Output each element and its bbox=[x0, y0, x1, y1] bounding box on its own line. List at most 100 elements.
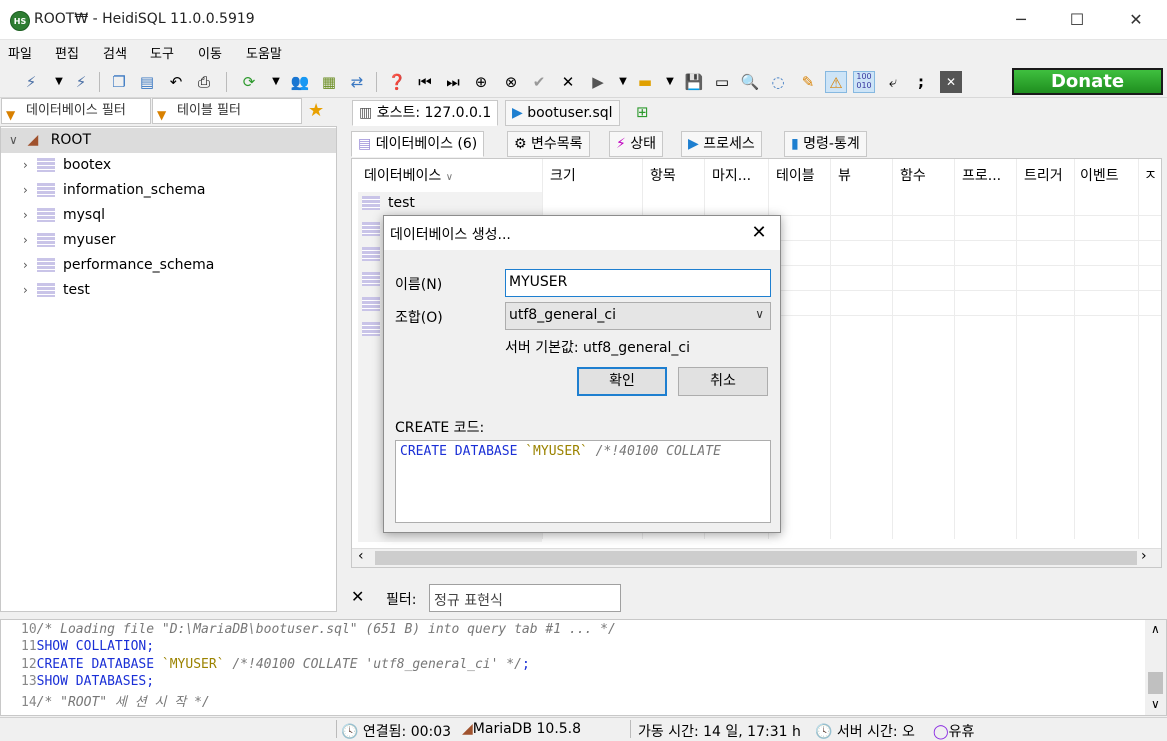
tree-item-information-schema[interactable]: › information_schema bbox=[1, 178, 336, 203]
save-icon[interactable]: 💾 bbox=[683, 71, 705, 93]
chevron-right-icon[interactable]: › bbox=[23, 203, 37, 228]
tab-databases[interactable]: ▤ 데이터베이스 (6) bbox=[351, 131, 485, 157]
menu-tools[interactable]: 도구 bbox=[150, 43, 174, 62]
new-tab-icon[interactable]: ⊞ bbox=[636, 103, 649, 121]
add-icon[interactable]: ⊕ bbox=[470, 71, 492, 93]
donate-button[interactable]: Donate bbox=[1012, 68, 1163, 95]
cancel-button[interactable]: 취소 bbox=[678, 367, 768, 396]
warning-icon[interactable]: ⚠ bbox=[825, 71, 847, 93]
column-header-procedures[interactable]: 프로... bbox=[962, 165, 1001, 185]
title-bar: HS ROOT₩ - HeidiSQL 11.0.0.5919 ─ ☐ ✕ bbox=[0, 0, 1167, 40]
find-icon[interactable]: 🔍 bbox=[739, 71, 761, 93]
replace-icon[interactable]: ◌ bbox=[767, 71, 789, 93]
menu-help[interactable]: 도움말 bbox=[246, 43, 282, 62]
last-icon[interactable]: ⏭ bbox=[442, 71, 464, 93]
table-row[interactable]: test bbox=[362, 193, 415, 213]
column-header-last[interactable]: 마지... bbox=[712, 165, 751, 185]
scrollbar-thumb[interactable] bbox=[375, 551, 1137, 565]
paste-icon[interactable]: ▤ bbox=[136, 71, 158, 93]
chevron-right-icon[interactable]: › bbox=[23, 278, 37, 303]
export-icon[interactable]: ▦ bbox=[318, 71, 340, 93]
chevron-right-icon[interactable]: › bbox=[23, 228, 37, 253]
maximize-button[interactable]: ☐ bbox=[1049, 0, 1105, 40]
cancel-icon[interactable]: ✕ bbox=[557, 71, 579, 93]
chevron-right-icon[interactable]: › bbox=[23, 178, 37, 203]
refresh-icon[interactable]: ⟳ bbox=[238, 71, 260, 93]
database-filter-input[interactable]: ▼ 데이터베이스 필터 bbox=[1, 98, 151, 124]
table-filter-input[interactable]: ▼ 테이블 필터 bbox=[152, 98, 302, 124]
copy-icon[interactable]: ❐ bbox=[108, 71, 130, 93]
database-icon bbox=[37, 158, 55, 172]
scroll-down-icon[interactable]: ∨ bbox=[1151, 697, 1160, 711]
user-manager-icon[interactable]: 👥 bbox=[289, 71, 311, 93]
collation-select[interactable]: utf8_general_ci ∨ bbox=[505, 302, 771, 330]
disconnect-icon[interactable]: ⚡ bbox=[70, 71, 92, 93]
tree-item-myuser[interactable]: › myuser bbox=[1, 228, 336, 253]
dropdown-icon[interactable]: ▼ bbox=[48, 71, 70, 93]
tree-item-performance-schema[interactable]: › performance_schema bbox=[1, 253, 336, 278]
save-as-icon[interactable]: ▭ bbox=[711, 71, 733, 93]
minimize-button[interactable]: ─ bbox=[993, 0, 1049, 40]
column-header-views[interactable]: 뷰 bbox=[838, 165, 851, 185]
column-header-more[interactable]: ㅈ bbox=[1144, 165, 1157, 185]
dropdown-icon[interactable]: ▼ bbox=[659, 71, 681, 93]
filter-icon: ▼ bbox=[6, 108, 16, 122]
column-header-tables[interactable]: 테이블 bbox=[776, 165, 815, 185]
scrollbar-thumb[interactable] bbox=[1148, 672, 1163, 694]
tab-command-stats[interactable]: ▮ 명령-통계 bbox=[784, 131, 867, 157]
column-header-items[interactable]: 항목 bbox=[650, 165, 676, 185]
sql-log[interactable]: 10/* Loading file "D:\MariaDB\bootuser.s… bbox=[0, 619, 1167, 716]
dropdown-icon[interactable]: ▼ bbox=[612, 71, 634, 93]
wrap-icon[interactable]: ⤶ bbox=[882, 71, 904, 93]
menu-go[interactable]: 이동 bbox=[198, 43, 222, 62]
column-header-functions[interactable]: 함수 bbox=[900, 165, 926, 185]
column-header-events[interactable]: 이벤트 bbox=[1080, 165, 1119, 185]
tree-item-test[interactable]: › test bbox=[1, 278, 336, 303]
tab-variables[interactable]: ⚙ 변수목록 bbox=[507, 131, 590, 157]
folder-icon[interactable]: ▬ bbox=[634, 71, 656, 93]
tree-item-mysql[interactable]: › mysql bbox=[1, 203, 336, 228]
tab-status[interactable]: ⚡ 상태 bbox=[609, 131, 664, 157]
help-icon[interactable]: ❓ bbox=[386, 71, 408, 93]
chevron-right-icon[interactable]: › bbox=[23, 153, 37, 178]
undo-icon[interactable]: ↶ bbox=[165, 71, 187, 93]
tree-root[interactable]: ∨ ◢ ROOT bbox=[1, 128, 336, 153]
dialog-close-button[interactable]: ✕ bbox=[744, 220, 774, 246]
chevron-down-icon[interactable]: ∨ bbox=[9, 128, 23, 153]
scroll-right-icon[interactable]: › bbox=[1141, 548, 1147, 564]
semicolon-icon[interactable]: ; bbox=[910, 71, 932, 93]
chevron-right-icon[interactable]: › bbox=[23, 253, 37, 278]
tab-bootuser-sql[interactable]: ▶ bootuser.sql bbox=[505, 100, 620, 126]
create-code-editor[interactable]: CREATE DATABASE `MYUSER` /*!40100 COLLAT… bbox=[395, 440, 771, 523]
name-input[interactable]: MYUSER bbox=[505, 269, 771, 297]
close-button[interactable]: ✕ bbox=[1108, 0, 1164, 40]
vertical-scrollbar[interactable]: ∧ ∨ bbox=[1145, 620, 1166, 715]
remove-icon[interactable]: ⊗ bbox=[500, 71, 522, 93]
tree-item-bootex[interactable]: › bootex bbox=[1, 153, 336, 178]
close-tab-icon[interactable]: ✕ bbox=[940, 71, 962, 93]
menu-file[interactable]: 파일 bbox=[8, 43, 32, 62]
connect-icon[interactable]: ⚡ bbox=[20, 71, 42, 93]
regex-filter-input[interactable]: 정규 표현식 bbox=[429, 584, 621, 612]
scroll-up-icon[interactable]: ∧ bbox=[1151, 622, 1160, 636]
first-icon[interactable]: ⏮ bbox=[414, 71, 436, 93]
apply-icon[interactable]: ✔ bbox=[528, 71, 550, 93]
sync-icon[interactable]: ⇄ bbox=[346, 71, 368, 93]
column-header-triggers[interactable]: 트리거 bbox=[1024, 165, 1063, 185]
clean-icon[interactable]: ✎ bbox=[797, 71, 819, 93]
tab-processes[interactable]: ▶ 프로세스 bbox=[681, 131, 762, 157]
tab-host[interactable]: ▥ 호스트: 127.0.0.1 bbox=[352, 100, 499, 126]
menu-edit[interactable]: 편집 bbox=[55, 43, 79, 62]
menu-search[interactable]: 검색 bbox=[103, 43, 127, 62]
column-header-size[interactable]: 크기 bbox=[550, 165, 576, 185]
binary-icon[interactable]: 100 010 bbox=[853, 71, 875, 93]
log-text: /* "ROOT" 세 션 시 작 */ bbox=[36, 695, 210, 711]
star-icon[interactable]: ★ bbox=[308, 100, 324, 121]
close-filter-icon[interactable]: ✕ bbox=[351, 587, 364, 606]
scroll-left-icon[interactable]: ‹ bbox=[358, 548, 364, 564]
column-header-database[interactable]: 데이터베이스 ∨ bbox=[364, 165, 453, 185]
print-icon[interactable]: ⎙ bbox=[193, 71, 215, 93]
ok-button[interactable]: 확인 bbox=[577, 367, 667, 396]
dropdown-icon[interactable]: ▼ bbox=[265, 71, 287, 93]
run-icon[interactable]: ▶ bbox=[587, 71, 609, 93]
